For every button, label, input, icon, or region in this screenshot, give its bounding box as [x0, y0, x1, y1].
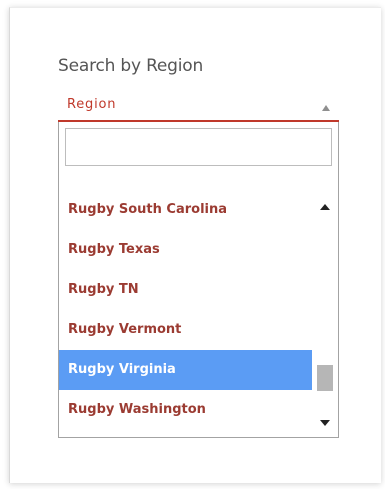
scroll-thumb[interactable] — [317, 364, 333, 391]
dropdown-scrollbar[interactable] — [312, 192, 338, 437]
region-option[interactable]: Rugby TN — [59, 270, 312, 310]
scroll-down-arrow-icon[interactable] — [320, 420, 330, 426]
region-option[interactable]: Rugby Vermont — [59, 310, 312, 350]
region-option[interactable]: Rugby South Carolina — [59, 192, 312, 230]
region-select-value: Region — [67, 97, 117, 112]
region-option-selected[interactable]: Rugby Virginia — [59, 350, 312, 390]
caret-up-icon — [322, 105, 330, 111]
region-option[interactable]: Rugby Texas — [59, 230, 312, 270]
region-option[interactable]: Rugby Washington — [59, 390, 312, 430]
search-by-region-label: Search by Region — [58, 56, 204, 76]
region-select[interactable]: Region — [58, 93, 339, 122]
region-option-list[interactable]: Rugby South Carolina Rugby Texas Rugby T… — [59, 192, 312, 437]
region-dropdown: Rugby South Carolina Rugby Texas Rugby T… — [58, 122, 339, 438]
region-search-input[interactable] — [65, 128, 332, 166]
scroll-up-arrow-icon[interactable] — [320, 204, 330, 210]
